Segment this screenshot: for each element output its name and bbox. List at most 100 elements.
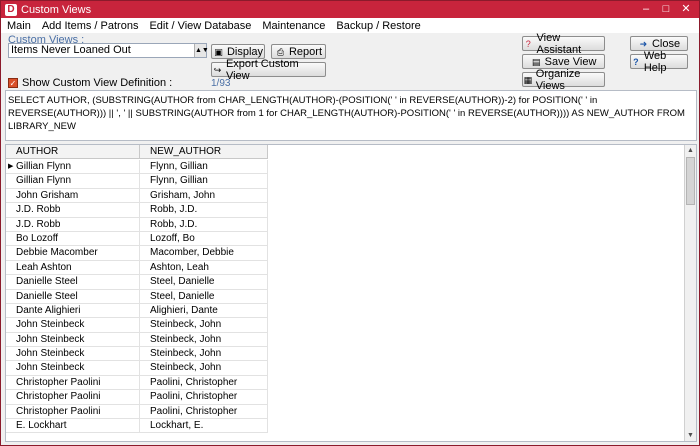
cell-author[interactable]: J.D. Robb xyxy=(6,217,140,231)
cell-new-author[interactable]: Paolini, Christopher xyxy=(140,375,268,390)
menu-maintenance[interactable]: Maintenance xyxy=(262,20,325,32)
show-definition-label: Show Custom View Definition : xyxy=(22,77,173,89)
cell-new-author[interactable]: Steel, Danielle xyxy=(140,275,268,289)
column-header-author[interactable]: AUTHOR xyxy=(6,145,140,158)
cell-new-author[interactable]: Paolini, Christopher xyxy=(140,404,268,419)
cell-new-author[interactable]: Macomber, Debbie xyxy=(140,246,268,260)
cell-new-author[interactable]: Lozoff, Bo xyxy=(140,231,268,246)
vertical-scrollbar[interactable]: ▲ ▼ xyxy=(684,145,696,441)
grid-header: AUTHOR NEW_AUTHOR xyxy=(6,145,268,159)
menu-add-items-patrons[interactable]: Add Items / Patrons xyxy=(42,20,139,32)
cell-author[interactable]: Christopher Paolini xyxy=(6,375,140,390)
title-bar[interactable]: D Custom Views – □ ✕ xyxy=(1,1,699,18)
cell-author[interactable]: Gillian Flynn xyxy=(6,160,140,174)
save-icon: ▤ xyxy=(531,56,541,67)
cell-author[interactable]: Gillian Flynn xyxy=(6,174,140,188)
table-row[interactable]: Leah Ashton Ashton, Leah xyxy=(6,260,268,276)
cell-author[interactable]: Leah Ashton xyxy=(6,260,140,275)
table-row[interactable]: John Steinbeck Steinbeck, John xyxy=(6,347,268,362)
table-row[interactable]: J.D. Robb Robb, J.D. xyxy=(6,217,268,232)
cell-author[interactable]: Debbie Macomber xyxy=(6,246,140,260)
cell-author[interactable]: Danielle Steel xyxy=(6,275,140,289)
close-arrow-icon: ➜ xyxy=(639,38,648,49)
minimize-icon[interactable]: – xyxy=(637,2,655,16)
cell-new-author[interactable]: Steinbeck, John xyxy=(140,347,268,361)
table-row[interactable]: Debbie Macomber Macomber, Debbie xyxy=(6,246,268,261)
printer-icon: ⎙ xyxy=(276,46,285,57)
menu-backup-restore[interactable]: Backup / Restore xyxy=(336,20,420,32)
table-row[interactable]: Danielle Steel Steel, Danielle xyxy=(6,289,268,304)
cell-new-author[interactable]: Steinbeck, John xyxy=(140,318,268,332)
custom-view-select[interactable]: Items Never Loaned Out ▲▼ xyxy=(8,43,209,58)
scrollbar-thumb[interactable] xyxy=(686,157,695,205)
table-row[interactable]: John Steinbeck Steinbeck, John xyxy=(6,332,268,348)
record-counter: 1/93 xyxy=(211,78,231,89)
cell-author[interactable]: Dante Alighieri xyxy=(6,303,140,318)
help-icon: ? xyxy=(633,56,639,67)
organize-icon: ▦ xyxy=(523,74,533,85)
table-row[interactable]: J.D. Robb Robb, J.D. xyxy=(6,203,268,218)
cell-author[interactable]: Danielle Steel xyxy=(6,289,140,303)
view-definition-sql[interactable]: SELECT AUTHOR, (SUBSTRING(AUTHOR from CH… xyxy=(5,90,697,141)
cell-new-author[interactable]: Robb, J.D. xyxy=(140,203,268,217)
cell-author[interactable]: John Grisham xyxy=(6,188,140,203)
cell-new-author[interactable]: Alighieri, Dante xyxy=(140,303,268,318)
table-row[interactable]: John Grisham Grisham, John xyxy=(6,188,268,204)
export-custom-view-button[interactable]: ↪ Export Custom View xyxy=(211,58,326,82)
menu-edit-view-database[interactable]: Edit / View Database xyxy=(149,20,251,32)
column-header-new-author[interactable]: NEW_AUTHOR xyxy=(140,145,268,158)
table-row[interactable]: Gillian Flynn Flynn, Gillian xyxy=(6,174,268,189)
cell-new-author[interactable]: Steinbeck, John xyxy=(140,332,268,347)
cell-author[interactable]: John Steinbeck xyxy=(6,361,140,375)
select-spinner-icon[interactable]: ▲▼ xyxy=(194,44,209,57)
table-row[interactable]: Dante Alighieri Alighieri, Dante xyxy=(6,303,268,319)
cell-new-author[interactable]: Paolini, Christopher xyxy=(140,390,268,404)
current-row-icon: ▶ xyxy=(8,163,14,170)
show-definition-toggle[interactable]: ✓ Show Custom View Definition : xyxy=(8,77,172,89)
scroll-down-icon[interactable]: ▼ xyxy=(685,430,696,441)
cell-author[interactable]: Christopher Paolini xyxy=(6,390,140,404)
custom-views-window: D Custom Views – □ ✕ Main Add Items / Pa… xyxy=(0,0,700,446)
cell-new-author[interactable]: Robb, J.D. xyxy=(140,217,268,231)
cell-author[interactable]: Christopher Paolini xyxy=(6,404,140,419)
table-row[interactable]: Christopher Paolini Paolini, Christopher xyxy=(6,375,268,391)
cell-author[interactable]: E. Lockhart xyxy=(6,419,140,433)
close-window-icon[interactable]: ✕ xyxy=(677,2,695,16)
cell-new-author[interactable]: Grisham, John xyxy=(140,188,268,203)
export-icon: ↪ xyxy=(213,64,222,75)
show-definition-checkbox[interactable]: ✓ xyxy=(8,78,18,88)
cell-new-author[interactable]: Steel, Danielle xyxy=(140,289,268,303)
organize-views-button[interactable]: ▦ Organize Views xyxy=(522,68,605,92)
cell-new-author[interactable]: Ashton, Leah xyxy=(140,260,268,275)
table-row[interactable]: E. Lockhart Lockhart, E. xyxy=(6,419,268,434)
help-assistant-icon: ? xyxy=(525,38,531,49)
cell-author[interactable]: John Steinbeck xyxy=(6,332,140,347)
custom-view-selected-value: Items Never Loaned Out xyxy=(11,44,131,56)
window-controls: – □ ✕ xyxy=(637,2,695,16)
results-grid[interactable]: AUTHOR NEW_AUTHOR ▶ Gillian Flynn Flynn,… xyxy=(5,144,697,442)
grid-rows: ▶ Gillian Flynn Flynn, Gillian Gillian F… xyxy=(6,160,268,434)
cell-new-author[interactable]: Steinbeck, John xyxy=(140,361,268,375)
cell-new-author[interactable]: Flynn, Gillian xyxy=(140,160,268,174)
cell-author[interactable]: John Steinbeck xyxy=(6,347,140,361)
table-row[interactable]: Christopher Paolini Paolini, Christopher xyxy=(6,390,268,405)
cell-new-author[interactable]: Lockhart, E. xyxy=(140,419,268,433)
table-row[interactable]: John Steinbeck Steinbeck, John xyxy=(6,361,268,376)
table-row[interactable]: Bo Lozoff Lozoff, Bo xyxy=(6,231,268,247)
cell-author[interactable]: John Steinbeck xyxy=(6,318,140,332)
table-row[interactable]: John Steinbeck Steinbeck, John xyxy=(6,318,268,333)
menu-main[interactable]: Main xyxy=(7,20,31,32)
table-row[interactable]: Christopher Paolini Paolini, Christopher xyxy=(6,404,268,420)
app-logo-icon: D xyxy=(5,3,17,16)
scroll-up-icon[interactable]: ▲ xyxy=(685,145,696,156)
cell-author[interactable]: Bo Lozoff xyxy=(6,231,140,246)
table-row[interactable]: ▶ Gillian Flynn Flynn, Gillian xyxy=(6,160,268,175)
maximize-icon[interactable]: □ xyxy=(657,2,675,16)
table-row[interactable]: Danielle Steel Steel, Danielle xyxy=(6,275,268,290)
cell-new-author[interactable]: Flynn, Gillian xyxy=(140,174,268,188)
window-title: Custom Views xyxy=(21,3,92,16)
cell-author[interactable]: J.D. Robb xyxy=(6,203,140,217)
view-assistant-button[interactable]: ? View Assistant xyxy=(522,32,605,56)
web-help-button[interactable]: ? Web Help xyxy=(630,50,688,74)
display-icon: ▣ xyxy=(214,46,223,57)
